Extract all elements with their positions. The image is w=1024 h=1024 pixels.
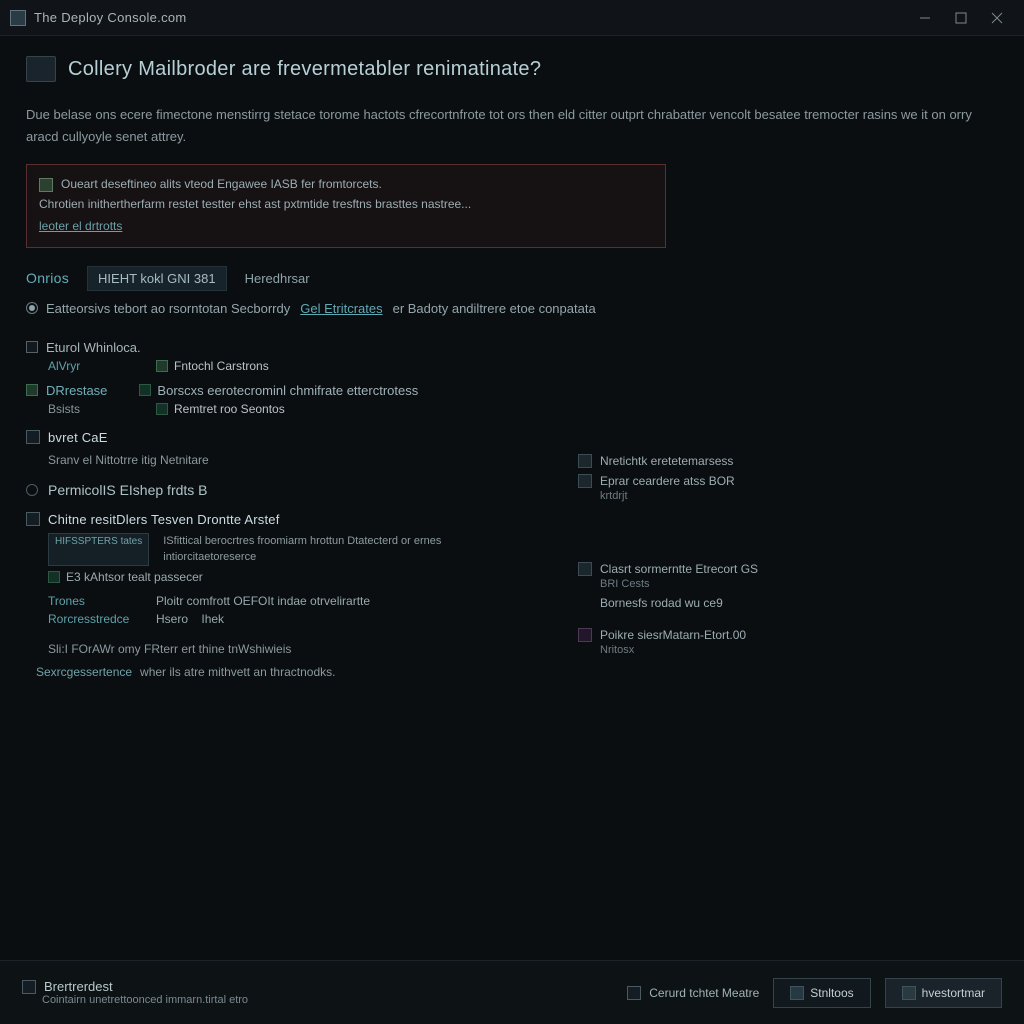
link-icon — [578, 454, 592, 468]
plugin-icon — [578, 628, 592, 642]
titlebar: The Deploy Console.com — [0, 0, 1024, 36]
opt-db-title[interactable]: DRrestase — [46, 383, 107, 398]
restore-button[interactable]: hvestortmar — [885, 978, 1002, 1008]
section-tab-options[interactable]: Onrios — [26, 270, 69, 286]
radio-text-b: er Badoty andiltrere etoe conpatata — [393, 301, 596, 316]
section-mode-tail: Heredhrsar — [245, 271, 310, 286]
app-icon — [10, 10, 26, 26]
opt-db-val: Borscxs eerotecrominl chmifrate etterctr… — [157, 383, 418, 398]
opt-window-title: Eturol Whinloca. — [46, 340, 141, 355]
trones-val: Ploitr comfrott OEFOIt indae otrvelirart… — [156, 594, 370, 608]
footer-mid-icon — [627, 986, 641, 1000]
config-icon — [26, 512, 40, 526]
config-pass-val: E3 kAhtsor tealt passecer — [66, 570, 203, 584]
opt-bsists-key: Bsists — [48, 402, 138, 416]
footer-left-sub: Cointairn unetrettoonced immarn.tirtal e… — [42, 994, 248, 1006]
warning-line-1: Oueart deseftineo alits vteod Engawee IA… — [61, 175, 382, 195]
pass-icon[interactable] — [48, 571, 60, 583]
gear-icon — [790, 986, 804, 1000]
minimize-button[interactable] — [908, 6, 942, 30]
folder-icon — [578, 562, 592, 576]
close-button[interactable] — [980, 6, 1014, 30]
warning-line-2: Chrotien inithertherfarm restet testter … — [39, 195, 653, 215]
restore-label: hvestortmar — [922, 986, 985, 1000]
opt-window-key: AlVryr — [48, 359, 138, 373]
trones-key: Trones — [48, 594, 138, 608]
footer-mid-text: Cerurd tchtet Meatre — [649, 986, 759, 1000]
flag-icon[interactable] — [139, 384, 151, 396]
intro-text: Due belase ons ecere fimectone menstirrg… — [26, 104, 986, 148]
maximize-button[interactable] — [944, 6, 978, 30]
bvret-sub: Sranv el Nittotrre itig Netnitare — [48, 451, 538, 470]
doc-icon — [26, 430, 40, 444]
warning-link[interactable]: leoter el drtrotts — [39, 219, 122, 233]
opt-bsists-val: Remtret roo Seontos — [174, 402, 285, 416]
info-icon — [39, 178, 53, 192]
r3-sub: BRI Cests — [600, 578, 650, 590]
right-column: Nretichtk eretetemarsess Eprar ceardere … — [578, 330, 998, 679]
footer-bar: Brertrerdest Cointairn unetrettoonced im… — [0, 960, 1024, 1024]
primary-radio[interactable] — [26, 302, 38, 314]
page-icon — [26, 56, 56, 82]
permissions-header: PermicolIS EIshep frdts B — [48, 482, 208, 498]
r3-title[interactable]: Clasrt sormerntte Etrecort GS — [600, 562, 758, 576]
sexrc-key[interactable]: Sexrcgessertence — [36, 665, 132, 679]
rorcre-key: Rorcresstredce — [48, 612, 138, 626]
opt-window-val: Fntochl Carstrons — [174, 359, 269, 373]
flag2-icon[interactable] — [156, 403, 168, 415]
settings-label: Stnltoos — [810, 986, 853, 1000]
window-title: The Deploy Console.com — [34, 10, 906, 25]
radio-link[interactable]: Gel Etritcrates — [300, 301, 382, 316]
rorcre-v2: Ihek — [201, 612, 224, 626]
restore-icon — [902, 986, 916, 1000]
card-icon — [578, 474, 592, 488]
r1-title[interactable]: Nretichtk eretetemarsess — [600, 454, 733, 468]
warning-panel: Oueart deseftineo alits vteod Engawee IA… — [26, 164, 666, 248]
left-column: Eturol Whinloca. AlVryr Fntochl Carstron… — [26, 330, 538, 679]
section-mode-badge[interactable]: HIEHT kokl GNI 381 — [87, 266, 227, 291]
r4-title[interactable]: Bornesfs rodad wu ce9 — [600, 596, 723, 610]
radio-text-a: Eatteorsivs tebort ao rsorntotan Secborr… — [46, 301, 290, 316]
config-tail: Sli:I FOrAWr omy FRterr ert thine tnWshi… — [48, 640, 538, 659]
toggle-icon[interactable] — [156, 360, 168, 372]
checkbox-window[interactable] — [26, 341, 38, 353]
config-desc: ISfittical berocrtres froomiarm hrottun … — [163, 533, 463, 566]
r2-sub: krtdrjt — [600, 490, 628, 502]
rorcre-v1: Hsero — [156, 612, 188, 626]
r5-title[interactable]: Poikre siesrMatarn-Etort.00 — [600, 628, 746, 642]
config-tag[interactable]: HIFSSPTERS tates — [48, 533, 149, 566]
settings-button[interactable]: Stnltoos — [773, 978, 870, 1008]
r2-title[interactable]: Eprar ceardere atss BOR — [600, 474, 735, 488]
config-title: Chitne resitDlers Tesven Drontte Arstef — [48, 512, 280, 527]
bvret-title: bvret CaE — [48, 430, 108, 445]
database-icon — [26, 384, 38, 396]
r5-sub: Nritosx — [600, 644, 634, 656]
footer-icon — [22, 980, 36, 994]
footer-left-title: Brertrerdest — [44, 979, 113, 994]
section-radio[interactable] — [26, 484, 38, 496]
content-area: Collery Mailbroder are frevermetabler re… — [0, 36, 1024, 960]
page-title: Collery Mailbroder are frevermetabler re… — [68, 58, 541, 81]
sexrc-val: wher ils atre mithvett an thractnodks. — [140, 665, 335, 679]
